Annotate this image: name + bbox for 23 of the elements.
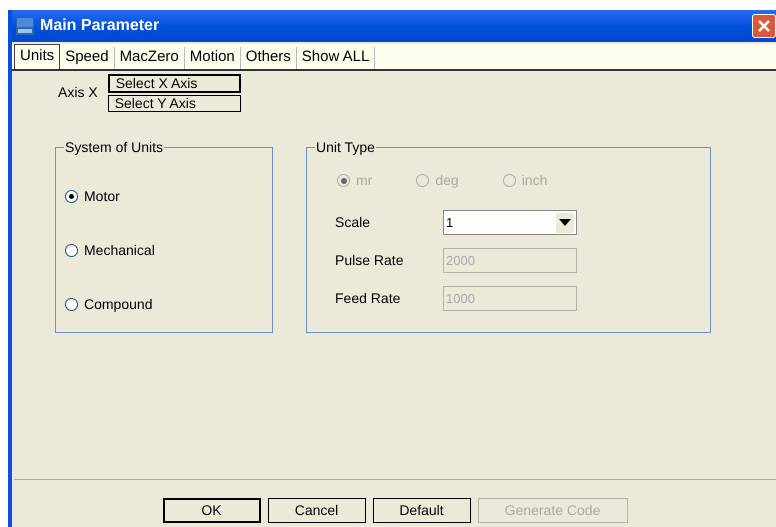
dialog-button[interactable]: Default [372, 498, 470, 523]
tab[interactable]: Show ALL [296, 47, 376, 69]
tab[interactable]: Others [240, 47, 297, 69]
field-label: Feed Rate [335, 289, 402, 308]
tab[interactable]: MacZero [114, 47, 185, 69]
dialog-button[interactable]: Cancel [268, 498, 366, 523]
dialog-button[interactable]: OK [162, 498, 260, 523]
tab[interactable]: Units [14, 44, 60, 69]
field-label: Scale [335, 213, 372, 232]
radio-button[interactable]: Motor [65, 186, 272, 207]
tab[interactable]: Speed [60, 47, 115, 69]
close-icon [757, 19, 771, 33]
axis-label: Axis X [58, 83, 98, 102]
radio-button[interactable]: Mechanical [65, 240, 272, 261]
caret-icon [559, 219, 571, 226]
window-title: Main Parameter [40, 16, 160, 36]
radio-button[interactable]: Compound [65, 294, 272, 315]
field-label: Pulse Rate [335, 251, 404, 270]
axis-button[interactable]: Select Y Axis [108, 95, 241, 112]
tab[interactable]: Motion [184, 47, 241, 69]
app-icon [16, 17, 34, 35]
close-button[interactable] [752, 14, 776, 38]
axis-button[interactable]: Select X Axis [108, 74, 241, 93]
